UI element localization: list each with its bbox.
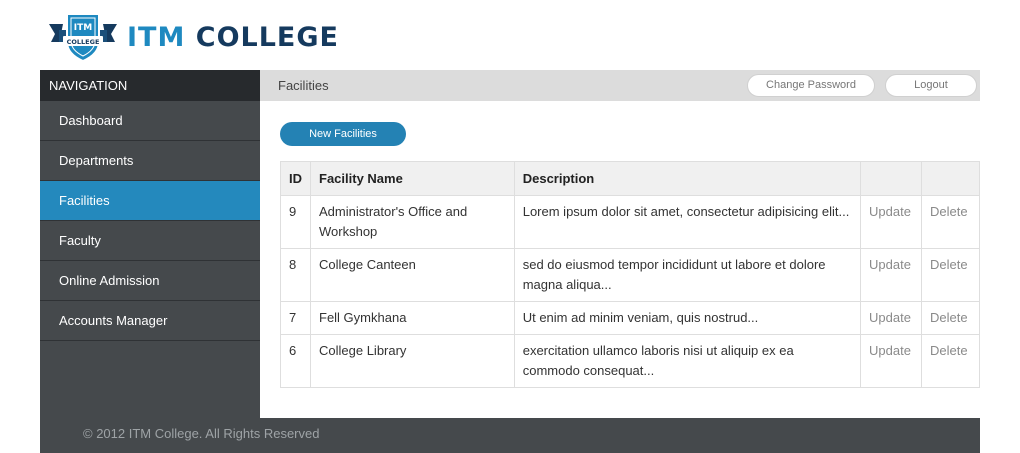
cell-facility-name: College Canteen xyxy=(310,248,515,302)
logo[interactable]: ITM COLLEGE ITM COLLEGE xyxy=(47,8,339,64)
brand-name-part2: COLLEGE xyxy=(195,21,339,53)
table-row: 9 Administrator's Office and Workshop Lo… xyxy=(280,195,981,249)
badge-bottom-text: COLLEGE xyxy=(67,38,100,46)
facilities-table: ID Facility Name Description 9 Administr… xyxy=(280,161,981,388)
cell-description: Lorem ipsum dolor sit amet, consectetur … xyxy=(513,195,862,249)
college-badge-icon: ITM COLLEGE xyxy=(47,8,119,64)
table-row: 7 Fell Gymkhana Ut enim ad minim veniam,… xyxy=(280,301,981,335)
delete-link[interactable]: Delete xyxy=(920,195,981,249)
delete-link[interactable]: Delete xyxy=(920,248,981,302)
table-header-row: ID Facility Name Description xyxy=(280,161,981,196)
column-header-description: Description xyxy=(513,161,862,196)
column-header-delete xyxy=(920,161,981,196)
sidebar-item-faculty[interactable]: Faculty xyxy=(40,221,260,261)
delete-link[interactable]: Delete xyxy=(920,301,981,335)
navigation-title: NAVIGATION xyxy=(40,70,260,101)
sidebar-item-facilities[interactable]: Facilities xyxy=(40,181,260,221)
breadcrumb-bar: Facilities Change Password Logout xyxy=(260,70,980,101)
footer: © 2012 ITM College. All Rights Reserved xyxy=(40,418,980,453)
cell-facility-name: Fell Gymkhana xyxy=(310,301,515,335)
table-row: 8 College Canteen sed do eiusmod tempor … xyxy=(280,248,981,302)
logout-button[interactable]: Logout xyxy=(885,74,977,97)
delete-link[interactable]: Delete xyxy=(920,334,981,388)
update-link[interactable]: Update xyxy=(860,334,922,388)
new-facilities-button[interactable]: New Facilities xyxy=(280,122,406,146)
cell-description: sed do eiusmod tempor incididunt ut labo… xyxy=(513,248,862,302)
cell-id: 8 xyxy=(280,248,311,302)
cell-id: 7 xyxy=(280,301,311,335)
column-header-id: ID xyxy=(280,161,311,196)
column-header-update xyxy=(860,161,922,196)
cell-id: 9 xyxy=(280,195,311,249)
update-link[interactable]: Update xyxy=(860,195,922,249)
cell-description: exercitation ullamco laboris nisi ut ali… xyxy=(513,334,862,388)
cell-id: 6 xyxy=(280,334,311,388)
cell-facility-name: College Library xyxy=(310,334,515,388)
column-header-facility-name: Facility Name xyxy=(310,161,515,196)
sidebar: Dashboard Departments Facilities Faculty… xyxy=(40,101,260,418)
sidebar-item-dashboard[interactable]: Dashboard xyxy=(40,101,260,141)
sidebar-item-departments[interactable]: Departments xyxy=(40,141,260,181)
sidebar-item-online-admission[interactable]: Online Admission xyxy=(40,261,260,301)
cell-description: Ut enim ad minim veniam, quis nostrud... xyxy=(513,301,862,335)
update-link[interactable]: Update xyxy=(860,248,922,302)
topbar: NAVIGATION Facilities Change Password Lo… xyxy=(40,70,980,101)
copyright-text: © 2012 ITM College. All Rights Reserved xyxy=(83,426,320,441)
sidebar-item-accounts-manager[interactable]: Accounts Manager xyxy=(40,301,260,341)
brand-name: ITM COLLEGE xyxy=(127,22,339,53)
change-password-button[interactable]: Change Password xyxy=(747,74,875,97)
cell-facility-name: Administrator's Office and Workshop xyxy=(310,195,515,249)
header: ITM COLLEGE ITM COLLEGE xyxy=(40,0,980,70)
table-row: 6 College Library exercitation ullamco l… xyxy=(280,334,981,388)
badge-top-text: ITM xyxy=(74,23,92,33)
main-content: New Facilities ID Facility Name Descript… xyxy=(260,101,981,418)
brand-name-part1: ITM xyxy=(127,21,186,53)
breadcrumb: Facilities xyxy=(278,78,329,93)
update-link[interactable]: Update xyxy=(860,301,922,335)
